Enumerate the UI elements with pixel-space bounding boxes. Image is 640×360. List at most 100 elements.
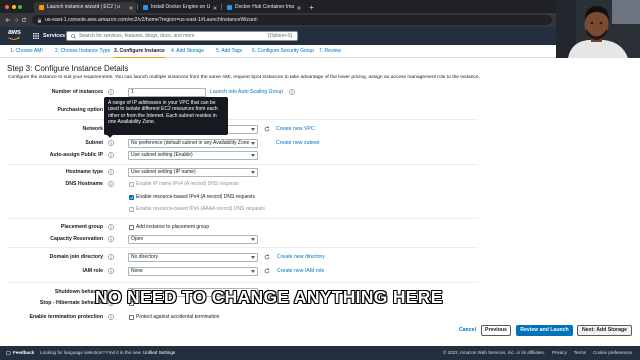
minimize-window-button[interactable]: [11, 4, 16, 9]
next-add-storage-button[interactable]: Next: Add Storage: [577, 325, 632, 336]
services-grid-icon[interactable]: [33, 33, 39, 39]
dns-ip-name-ipv4-checkbox[interactable]: [129, 181, 134, 187]
refresh-icon[interactable]: [264, 254, 270, 260]
label-subnet: Subnet: [85, 140, 103, 146]
info-icon[interactable]: [108, 254, 114, 260]
dropdown-arrow-icon: [251, 154, 255, 157]
create-new-subnet-link[interactable]: Create new subnet: [276, 138, 320, 148]
close-tab-icon[interactable]: [129, 5, 133, 10]
label-capacity-reservation: Capacity Reservation: [50, 236, 103, 242]
hostname-type-select[interactable]: Use subnet setting (IP name): [128, 167, 258, 177]
label-termination-protection: Enable termination protection: [29, 314, 104, 320]
search-input[interactable]: Search for services, features, blogs, do…: [66, 31, 298, 41]
domain-join-directory-select[interactable]: No directory: [128, 252, 258, 262]
info-icon[interactable]: [108, 314, 114, 320]
label-iam-role: IAM role: [82, 268, 103, 274]
tooltip-pointer: [107, 132, 113, 138]
label-purchasing-option: Purchasing option: [57, 107, 103, 113]
wizard-step-add-storage[interactable]: 4. Add Storage: [171, 45, 204, 58]
docker-favicon-icon: [143, 5, 148, 10]
wizard-steps: 1. Choose AMI 2. Choose Instance Type 3.…: [0, 45, 640, 59]
create-new-directory-link[interactable]: Create new directory: [277, 252, 325, 262]
auto-assign-public-ip-select[interactable]: Use subnet setting (Enable): [128, 150, 258, 160]
privacy-link[interactable]: Privacy: [552, 346, 567, 360]
page-title: Step 3: Configure Instance Details: [7, 64, 129, 73]
info-icon[interactable]: [108, 236, 114, 242]
terms-link[interactable]: Terms: [574, 346, 586, 360]
feedback-link[interactable]: Feedback: [13, 346, 34, 360]
close-window-button[interactable]: [5, 4, 9, 9]
number-of-instances-input[interactable]: 1: [128, 87, 206, 97]
wizard-step-choose-ami[interactable]: 1. Choose AMI: [10, 45, 43, 58]
label-auto-assign-public-ip: Auto-assign Public IP: [49, 152, 103, 158]
number-of-instances-value: 1: [131, 88, 134, 95]
info-icon[interactable]: [289, 89, 295, 95]
capacity-reservation-select[interactable]: Open: [128, 234, 258, 244]
page-intro: Configure the instance to suit your requ…: [8, 75, 480, 80]
info-icon[interactable]: [108, 152, 114, 158]
dns-resource-ipv6-label: Enable resource-based IPv6 (AAAA record)…: [136, 205, 265, 212]
review-and-launch-button[interactable]: Review and Launch: [516, 325, 573, 336]
services-menu[interactable]: Services: [43, 27, 65, 45]
wizard-step-configure-instance[interactable]: 3. Configure Instance: [114, 45, 165, 59]
aws-smile-logo-icon: [8, 37, 20, 40]
create-new-iam-role-link[interactable]: Create new IAM role: [277, 266, 324, 276]
cancel-link[interactable]: Cancel: [459, 325, 476, 336]
section-divider: [8, 218, 478, 219]
close-tab-icon[interactable]: [297, 5, 301, 10]
info-icon[interactable]: [108, 268, 114, 274]
wizard-step-add-tags[interactable]: 5. Add Tags: [216, 45, 242, 58]
info-icon[interactable]: [108, 181, 114, 187]
section-divider: [8, 119, 478, 120]
browser-tab[interactable]: Install Docker Engine on Ubun: [138, 2, 220, 13]
webcam-overlay: [556, 0, 640, 58]
reload-icon[interactable]: [21, 17, 27, 23]
label-hostname-type: Hostname type: [65, 169, 103, 175]
info-icon[interactable]: [108, 140, 114, 146]
forward-arrow-icon[interactable]: [13, 17, 19, 23]
browser-tab-bar: Launch instance wizard | EC2 | u Install…: [0, 0, 640, 13]
cookie-preferences-link[interactable]: Cookie preferences: [593, 346, 632, 360]
label-number-of-instances: Number of instances: [51, 89, 103, 95]
console-footer: Feedback Looking for language selection?…: [0, 346, 640, 360]
browser-tab[interactable]: Docker Hub Container Image L: [222, 2, 304, 13]
placement-group-checkbox[interactable]: [129, 224, 134, 230]
lock-icon[interactable]: [37, 17, 42, 23]
maximize-window-button[interactable]: [18, 4, 22, 9]
search-icon: [71, 34, 76, 39]
dns-resource-ipv4-checkbox[interactable]: [129, 194, 134, 200]
previous-button[interactable]: Previous: [481, 325, 511, 336]
launch-into-asg-link[interactable]: Launch into Auto Scaling Group: [210, 87, 283, 97]
browser-tab-active[interactable]: Launch instance wizard | EC2 | u: [34, 2, 136, 13]
wizard-step-review[interactable]: 7. Review: [319, 45, 341, 58]
close-tab-icon[interactable]: [213, 5, 217, 10]
auto-assign-public-ip-value: Use subnet setting (Enable): [131, 151, 193, 158]
back-arrow-icon[interactable]: [5, 17, 11, 23]
new-tab-icon[interactable]: [309, 5, 314, 10]
copyright-text: © 2022, Amazon Web Services, Inc. or its…: [443, 350, 545, 355]
info-icon[interactable]: [108, 89, 114, 95]
label-shutdown-behavior: Shutdown behavior: [54, 289, 103, 295]
section-divider: [8, 282, 478, 283]
url-bar[interactable]: us-east-1.console.aws.amazon.com/ec2/v2/…: [32, 15, 552, 25]
create-new-vpc-link[interactable]: Create new VPC: [276, 124, 315, 134]
dns-resource-ipv6-checkbox[interactable]: [129, 206, 134, 212]
tab-title: Docker Hub Container Image L: [235, 4, 294, 10]
wizard-step-choose-instance-type[interactable]: 2. Choose Instance Type: [55, 45, 110, 58]
docker-favicon-icon: [227, 5, 232, 10]
capacity-reservation-value: Open: [131, 235, 144, 242]
wizard-step-configure-security-group[interactable]: 6. Configure Security Group: [252, 45, 314, 58]
video-caption: NO NEED TO CHANGE ANYTHING HERE: [95, 287, 443, 307]
search-shortcut: [Option+S]: [268, 33, 292, 39]
termination-protection-checkbox[interactable]: [129, 314, 134, 320]
unified-settings-link[interactable]: Unified Settings: [143, 346, 175, 360]
subnet-select[interactable]: No preference (default subnet in any Ava…: [128, 138, 258, 148]
feedback-icon[interactable]: [6, 350, 11, 356]
refresh-icon[interactable]: [264, 126, 270, 132]
tab-title: Launch instance wizard | EC2 | u: [47, 4, 120, 10]
info-icon[interactable]: [108, 169, 114, 175]
iam-role-select[interactable]: None: [128, 266, 258, 276]
refresh-icon[interactable]: [264, 268, 270, 274]
subnet-value: No preference (default subnet in any Ava…: [131, 139, 249, 146]
info-icon[interactable]: [108, 224, 114, 230]
